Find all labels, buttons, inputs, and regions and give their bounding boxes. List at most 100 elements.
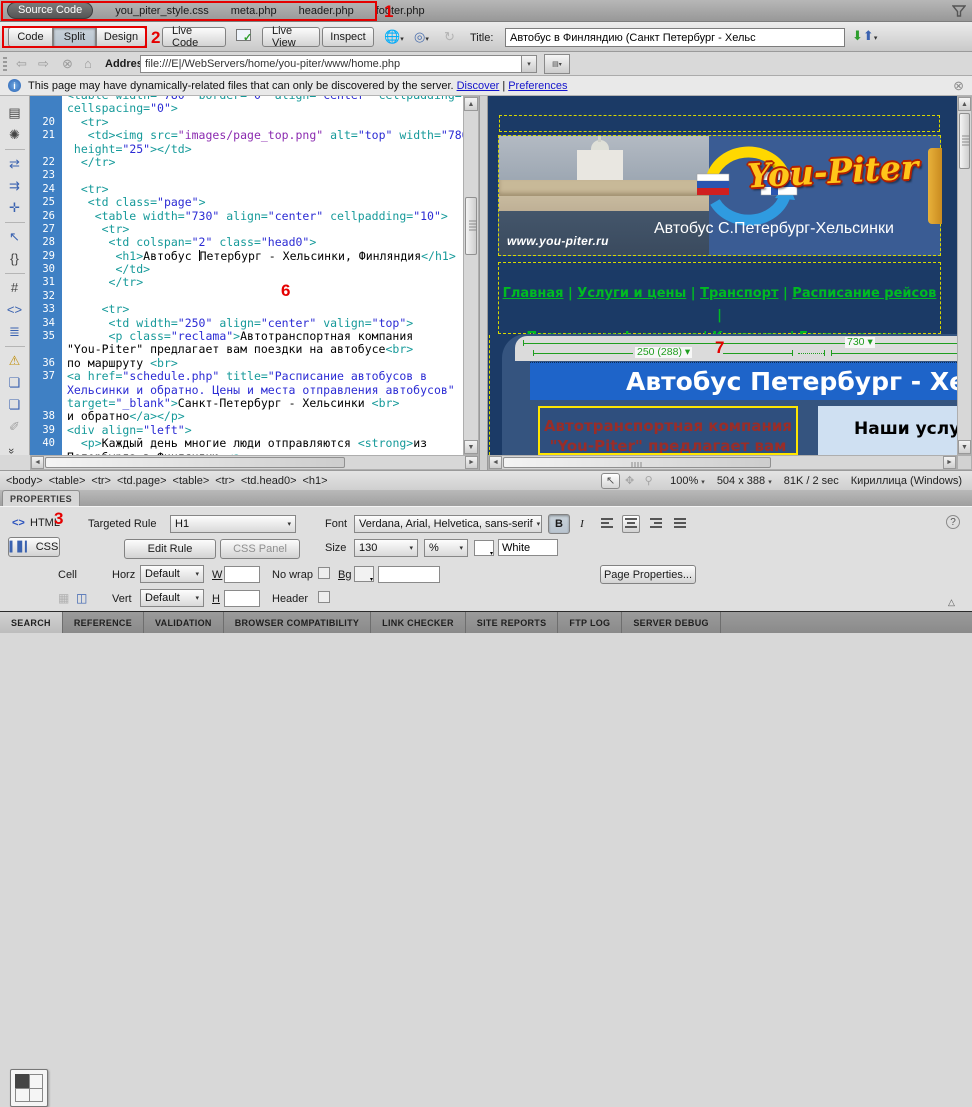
scroll-left-icon[interactable]: ◄ bbox=[489, 456, 502, 469]
css-mode-button[interactable]: ▍▋▎ CSS bbox=[8, 537, 60, 557]
no-wrap-checkbox[interactable] bbox=[318, 567, 330, 579]
column-width-menu[interactable]: 250 (288) ▾ bbox=[635, 347, 692, 358]
magnification-select[interactable]: 100% ▾ bbox=[670, 475, 705, 487]
apply-comment-icon[interactable]: ❏ bbox=[4, 372, 26, 393]
targeted-rule-select[interactable]: H1▾ bbox=[170, 515, 296, 533]
horz-align-select[interactable]: Default▾ bbox=[140, 565, 204, 583]
snippets-icon[interactable]: ✺ bbox=[4, 124, 26, 145]
pane-splitter[interactable] bbox=[479, 96, 488, 470]
scroll-down-icon[interactable]: ▼ bbox=[958, 440, 971, 454]
results-tab-ftp-log[interactable]: FTP LOG bbox=[558, 612, 622, 633]
preferences-link[interactable]: Preferences bbox=[508, 80, 567, 92]
properties-tab[interactable]: PROPERTIES bbox=[2, 490, 80, 506]
syntax-error-alerts-icon[interactable]: ⚠ bbox=[4, 350, 26, 371]
design-vertical-scrollbar[interactable]: ▲ ▼ bbox=[957, 96, 972, 455]
scroll-right-icon[interactable]: ► bbox=[465, 456, 478, 469]
back-icon[interactable]: ⇦ bbox=[16, 56, 27, 72]
file-management-icon[interactable]: ⬇⬆▾ bbox=[852, 28, 877, 44]
highlight-invalid-code-icon[interactable]: <> bbox=[4, 299, 26, 320]
line-numbers-icon[interactable]: # bbox=[4, 277, 26, 298]
code-vertical-scrollbar[interactable]: ▲ ▼ bbox=[463, 96, 479, 455]
font-select[interactable]: Verdana, Arial, Helvetica, sans-serif▾ bbox=[354, 515, 542, 533]
collapse-coding-toolbar-icon[interactable]: » bbox=[5, 448, 17, 454]
live-code-button[interactable]: Live Code bbox=[162, 27, 226, 47]
hand-tool-icon[interactable]: ✥ bbox=[620, 473, 639, 489]
results-tab-validation[interactable]: VALIDATION bbox=[144, 612, 224, 633]
collapse-full-tag-icon[interactable]: ⇄ bbox=[4, 153, 26, 174]
cell-width-input[interactable] bbox=[224, 566, 260, 583]
view-options-icon[interactable]: ▤▾ bbox=[544, 54, 570, 74]
select-tool-icon[interactable]: ↖ bbox=[601, 473, 620, 489]
open-documents-icon[interactable]: ▤ bbox=[4, 102, 26, 123]
page-properties-button[interactable]: Page Properties... bbox=[600, 565, 696, 584]
help-icon[interactable]: ? bbox=[946, 515, 960, 529]
bg-color-input[interactable] bbox=[378, 566, 440, 583]
tag-selector-item[interactable]: <tr> bbox=[215, 475, 235, 487]
zoom-tool-icon[interactable]: ⚲ bbox=[639, 473, 658, 489]
title-input[interactable] bbox=[505, 28, 845, 47]
scroll-down-icon[interactable]: ▼ bbox=[464, 440, 478, 454]
balance-braces-icon[interactable]: {} bbox=[4, 248, 26, 269]
code-view[interactable]: <table width="780" border="0" align="cen… bbox=[30, 96, 463, 455]
header-checkbox[interactable] bbox=[318, 591, 330, 603]
word-wrap-icon[interactable]: ≣ bbox=[4, 321, 26, 342]
filter-related-files-icon[interactable] bbox=[952, 4, 966, 18]
inspect-button[interactable]: Inspect bbox=[322, 27, 374, 47]
site-banner[interactable]: www.you-piter.ru You-Piter Автобус С.Пет… bbox=[498, 135, 941, 256]
code-hscroll-thumb[interactable] bbox=[45, 457, 345, 468]
table-width-menu[interactable]: 730 ▾ bbox=[845, 337, 875, 348]
remove-comment-icon[interactable]: ❏ bbox=[4, 394, 26, 415]
results-tab-search[interactable]: SEARCH bbox=[0, 612, 63, 633]
toolbar-grip[interactable] bbox=[3, 57, 7, 71]
design-view[interactable]: www.you-piter.ru You-Piter Автобус С.Пет… bbox=[488, 96, 957, 455]
address-input[interactable] bbox=[140, 55, 522, 73]
discover-link[interactable]: Discover bbox=[457, 80, 500, 92]
edit-rule-button[interactable]: Edit Rule bbox=[124, 539, 216, 559]
scroll-left-icon[interactable]: ◄ bbox=[31, 456, 44, 469]
tag-selector-item[interactable]: <td.head0> bbox=[241, 475, 297, 487]
site-nav-link[interactable]: Главная bbox=[503, 286, 564, 301]
expand-all-icon[interactable]: ✛ bbox=[4, 197, 26, 218]
browser-compatibility-icon[interactable]: ◎▾ bbox=[414, 29, 429, 45]
results-tab-site-reports[interactable]: SITE REPORTS bbox=[466, 612, 559, 633]
bold-button[interactable]: B bbox=[548, 514, 570, 534]
design-vscroll-thumb[interactable] bbox=[959, 113, 970, 169]
cell-height-input[interactable] bbox=[224, 590, 260, 607]
reclama-cell[interactable]: Автотранспортная компания "You-Piter" пр… bbox=[538, 406, 798, 455]
results-tab-link-checker[interactable]: LINK CHECKER bbox=[371, 612, 466, 633]
collapse-selection-icon[interactable]: ⇉ bbox=[4, 175, 26, 196]
align-left-icon[interactable] bbox=[598, 516, 616, 534]
preview-in-browser-icon[interactable]: 🌐▾ bbox=[384, 29, 404, 45]
table-width-bar[interactable]: 730 ▾ 250 (288) ▾ bbox=[515, 336, 957, 361]
scroll-up-icon[interactable]: ▲ bbox=[958, 97, 971, 111]
text-color-value[interactable] bbox=[498, 539, 558, 556]
collapse-panel-icon[interactable]: △ bbox=[948, 597, 955, 608]
split-cell-icon[interactable]: ◫ bbox=[76, 591, 87, 605]
scroll-up-icon[interactable]: ▲ bbox=[464, 97, 478, 111]
home-icon[interactable]: ⌂ bbox=[84, 56, 92, 71]
close-infobar-icon[interactable]: ⊗ bbox=[953, 78, 964, 94]
vert-align-select[interactable]: Default▾ bbox=[140, 589, 204, 607]
results-tab-reference[interactable]: REFERENCE bbox=[63, 612, 144, 633]
check-page-status-icon[interactable]: ✓ bbox=[236, 29, 252, 44]
select-parent-tag-icon[interactable]: ↖ bbox=[4, 226, 26, 247]
size-unit-select[interactable]: %▾ bbox=[424, 539, 468, 557]
italic-button[interactable]: I bbox=[572, 514, 592, 534]
tag-selector-item[interactable]: <tr> bbox=[91, 475, 111, 487]
tag-selector-item[interactable]: <body> bbox=[6, 475, 43, 487]
site-nav-link[interactable]: Услуги и цены bbox=[577, 286, 686, 301]
text-color-swatch[interactable]: ▾ bbox=[474, 540, 494, 556]
tag-selector-item[interactable]: <table> bbox=[173, 475, 210, 487]
results-tab-server-debug[interactable]: SERVER DEBUG bbox=[622, 612, 720, 633]
page-heading-bar[interactable]: Автобус Петербург - Хельсин bbox=[530, 362, 957, 400]
services-cell[interactable]: Наши услуги bbox=[818, 406, 957, 455]
stop-icon[interactable]: ⊗ bbox=[62, 56, 73, 72]
code-vscroll-thumb[interactable] bbox=[465, 197, 477, 255]
live-view-button[interactable]: Live View bbox=[262, 27, 320, 47]
align-center-icon[interactable] bbox=[622, 515, 640, 533]
scroll-right-icon[interactable]: ► bbox=[943, 456, 956, 469]
align-justify-icon[interactable] bbox=[671, 516, 689, 534]
bg-color-swatch[interactable]: ▾ bbox=[354, 566, 374, 582]
tag-selector-item[interactable]: <td.page> bbox=[117, 475, 167, 487]
window-size-select[interactable]: 504 x 388 ▾ bbox=[717, 475, 772, 487]
